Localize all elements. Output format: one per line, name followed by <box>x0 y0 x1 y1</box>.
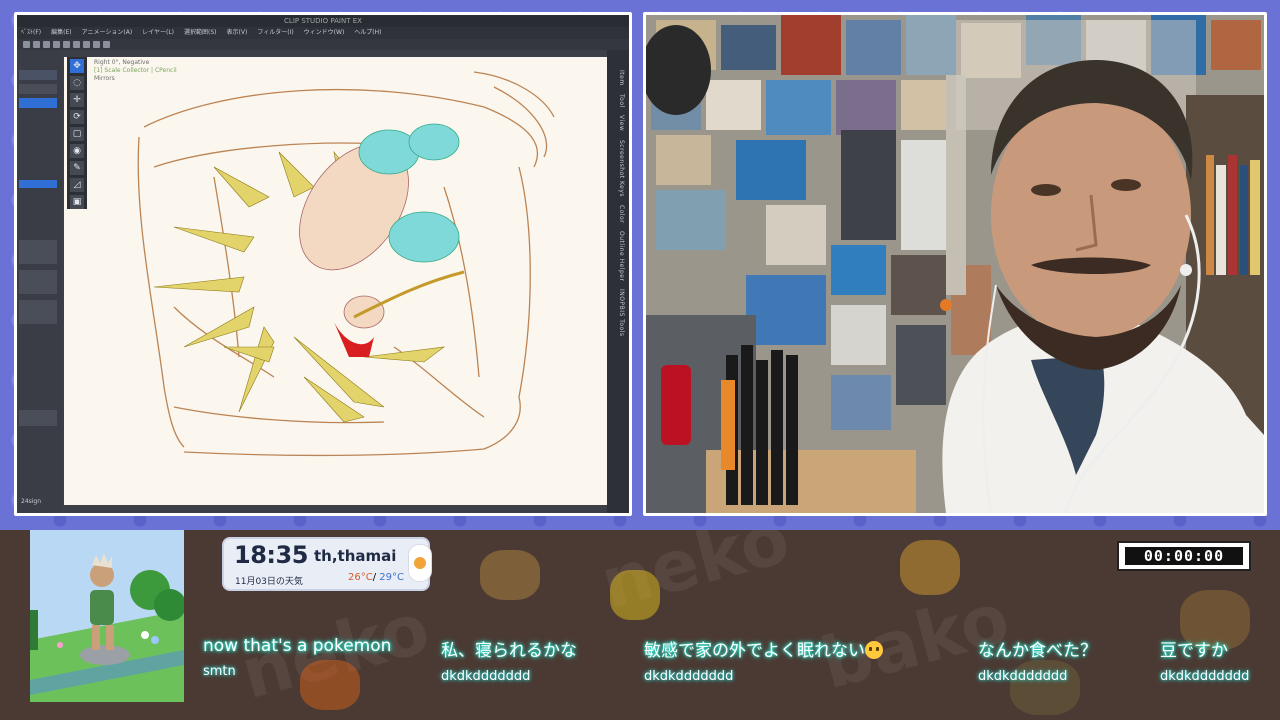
clock-username: th,thamai <box>314 547 397 565</box>
redo-icon[interactable] <box>63 41 70 48</box>
layer-row[interactable] <box>19 84 57 94</box>
drawing-app-window: CLIP STUDIO PAINT EX ﾍﾞｽﾄ(F) 編集(E) アニメーシ… <box>14 12 632 516</box>
chat-text-with-emoji: 敏感で家の外でよく眠れない <box>644 636 883 661</box>
menu-item-edit[interactable]: 編集(E) <box>51 27 71 39</box>
menu-item-window[interactable]: ウィンドウ(W) <box>304 27 345 39</box>
open-icon[interactable] <box>33 41 40 48</box>
avatar-scene <box>30 530 184 702</box>
menu-item-animation[interactable]: アニメーション(A) <box>82 27 133 39</box>
dock-tab[interactable]: Screenshot Keys <box>618 140 625 197</box>
temp-low: 29°C <box>379 572 404 583</box>
chat-message: 敏感で家の外でよく眠れない dkdkddddddd <box>644 636 883 684</box>
transform-icon[interactable] <box>83 41 90 48</box>
webcam-scene <box>646 15 1264 513</box>
menu-item-file[interactable]: ﾍﾞｽﾄ(F) <box>21 27 41 39</box>
layer-panel[interactable]: 24sign <box>17 50 61 513</box>
menu-item-view[interactable]: 表示(V) <box>227 27 248 39</box>
dock-tab[interactable]: View <box>618 115 625 131</box>
layer-row[interactable] <box>19 410 57 426</box>
chat-text: なんか食べた？ <box>978 641 1097 661</box>
dock-tab[interactable]: INOPBIS Tools <box>618 289 625 336</box>
chat-text: 私、寝られるかな <box>441 641 577 661</box>
chat-text: 豆ですか <box>1160 641 1228 661</box>
new-icon[interactable] <box>23 41 30 48</box>
drawing-canvas[interactable]: Right 0°, Negative [1] Scale Collector |… <box>64 57 610 505</box>
command-bar <box>17 39 629 50</box>
webcam-feed <box>646 15 1264 513</box>
menu-item-filter[interactable]: フィルター(I) <box>257 27 293 39</box>
sketch-artwork <box>137 71 555 457</box>
chat-username: dkdkddddddd <box>441 669 531 684</box>
stream-overlay-bar: neko bako neko <box>0 530 1280 720</box>
dock-tab[interactable]: Item <box>618 70 625 86</box>
layer-row[interactable] <box>19 70 57 80</box>
dock-tab[interactable]: Outline Helper <box>618 231 625 281</box>
hand-tool-icon[interactable]: ✛ <box>70 93 84 107</box>
layer-row[interactable] <box>19 300 57 324</box>
dock-tabs: Item Tool View Screenshot Keys Color Out… <box>618 70 625 337</box>
undo-icon[interactable] <box>53 41 60 48</box>
chat-username: dkdkddddddd <box>978 669 1068 684</box>
chat-username: dkdkddddddd <box>644 669 734 684</box>
drawing-app: CLIP STUDIO PAINT EX ﾍﾞｽﾄ(F) 編集(E) アニメーシ… <box>17 15 629 513</box>
chat-message: 私、寝られるかな dkdkddddddd <box>441 636 577 684</box>
right-dock: Item Tool View Screenshot Keys Color Out… <box>607 50 629 513</box>
select-tool-icon[interactable]: ◌ <box>70 76 84 90</box>
rotate-tool-icon[interactable]: ⟳ <box>70 110 84 124</box>
menu-item-help[interactable]: ヘルプ(H) <box>354 27 381 39</box>
dock-tab[interactable]: Tool <box>618 94 625 108</box>
temperature: 26°C/ 29°C <box>348 572 404 583</box>
avatar-illustration <box>30 530 184 702</box>
chat-message: now that's a pokemon smtn <box>203 636 391 679</box>
pattern-shape <box>480 550 540 600</box>
pen-tool-icon[interactable]: ✎ <box>70 161 84 175</box>
ruler-tool-icon[interactable]: ◿ <box>70 178 84 192</box>
timer-display: 00:00:00 <box>1125 547 1243 565</box>
layer-row-selected[interactable] <box>19 98 57 108</box>
frame-tool-icon[interactable]: ▣ <box>70 195 84 209</box>
clear-icon[interactable] <box>73 41 80 48</box>
settings-icon[interactable] <box>103 41 110 48</box>
temp-high: 26°C <box>348 572 373 583</box>
menu-item-selection[interactable]: 選択範囲(S) <box>184 27 217 39</box>
chat-text: now that's a pokemon <box>203 636 392 656</box>
chat-username: dkdkddddddd <box>1160 669 1250 684</box>
layer-row[interactable] <box>19 180 57 188</box>
layer-row[interactable] <box>19 240 57 264</box>
clock-time: 18:35 <box>234 541 308 569</box>
menu-bar: ﾍﾞｽﾄ(F) 編集(E) アニメーション(A) レイヤー(L) 選択範囲(S)… <box>17 27 629 39</box>
temp-separator: / <box>372 572 377 583</box>
chat-message: なんか食べた？ dkdkddddddd <box>978 636 1097 684</box>
webcam-window <box>643 12 1267 516</box>
stream-timer: 00:00:00 <box>1117 541 1251 571</box>
clock-weather-widget: 18:35 th,thamai 11月03日の天気 26°C/ 29°C <box>224 539 428 589</box>
fill-icon[interactable] <box>93 41 100 48</box>
zoom-label: 24sign <box>21 498 42 505</box>
save-icon[interactable] <box>43 41 50 48</box>
chat-text: 敏感で家の外でよく眠れない <box>644 641 865 661</box>
eyedropper-tool-icon[interactable]: ◉ <box>70 144 84 158</box>
pattern-shape <box>610 570 660 620</box>
tool-palette: ✥ ◌ ✛ ⟳ ▢ ◉ ✎ ◿ ▣ <box>67 57 87 209</box>
crop-tool-icon[interactable]: ▢ <box>70 127 84 141</box>
menu-item-layer[interactable]: レイヤー(L) <box>142 27 174 39</box>
chat-username: smtn <box>203 664 236 679</box>
weather-date: 11月03日の天気 <box>235 577 303 587</box>
chat-message: 豆ですか dkdkddddddd <box>1160 636 1249 684</box>
move-tool-icon[interactable]: ✥ <box>70 59 84 73</box>
app-title: CLIP STUDIO PAINT EX <box>17 15 629 27</box>
crying-face-icon <box>865 641 883 659</box>
weather-icon <box>408 544 432 582</box>
dock-tab[interactable]: Color <box>618 205 625 223</box>
pattern-shape <box>900 540 960 595</box>
layer-row[interactable] <box>19 270 57 294</box>
